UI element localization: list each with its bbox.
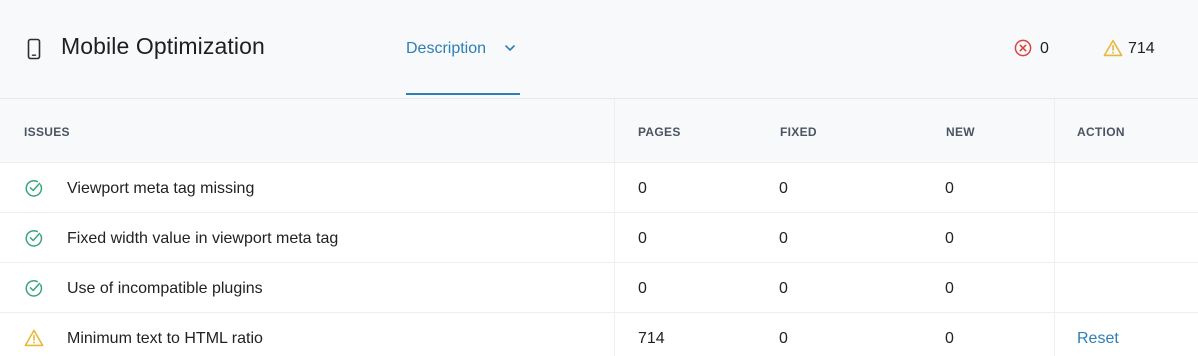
issue-cell: Use of incompatible plugins: [0, 263, 614, 312]
table-row: Viewport meta tag missing 0 0 0: [0, 163, 1198, 213]
issue-cell: Viewport meta tag missing: [0, 163, 614, 212]
pages-count: 0: [638, 230, 647, 247]
new-count: 0: [945, 180, 954, 197]
header-cell-pages: PAGES: [614, 99, 759, 162]
issue-name-link[interactable]: Fixed width value in viewport meta tag: [67, 230, 338, 248]
pages-cell: 714: [614, 313, 759, 356]
table-header-row: ISSUES PAGES FIXED NEW ACTION: [0, 99, 1198, 163]
column-header-pages: PAGES: [638, 125, 681, 139]
column-header-action: ACTION: [1077, 125, 1125, 139]
column-header-new: NEW: [946, 125, 975, 139]
pages-count-link[interactable]: 714: [638, 330, 665, 348]
check-circle-icon: [25, 280, 43, 297]
new-count: 0: [945, 330, 954, 347]
check-circle-icon: [25, 230, 43, 247]
action-cell: [1054, 263, 1198, 312]
issue-cell: Fixed width value in viewport meta tag: [0, 213, 614, 262]
header-cell-new: NEW: [925, 99, 1054, 162]
issue-name-link[interactable]: Minimum text to HTML ratio: [67, 330, 263, 348]
check-circle-icon: [25, 180, 43, 197]
action-cell: Reset: [1054, 313, 1198, 356]
pages-cell: 0: [614, 213, 759, 262]
new-count: 0: [945, 280, 954, 297]
action-cell: [1054, 163, 1198, 212]
table-row: Use of incompatible plugins 0 0 0: [0, 263, 1198, 313]
issue-cell: Minimum text to HTML ratio: [0, 313, 614, 356]
fixed-cell: 0: [759, 163, 925, 212]
new-cell: 0: [925, 163, 1054, 212]
errors-count: 0: [1040, 40, 1049, 57]
warnings-count: 714: [1128, 40, 1155, 57]
header-cell-action: ACTION: [1054, 99, 1198, 162]
pages-count: 0: [638, 180, 647, 197]
header-cell-issues: ISSUES: [0, 99, 614, 162]
new-cell: 0: [925, 213, 1054, 262]
header-cell-fixed: FIXED: [759, 99, 925, 162]
table-row: Fixed width value in viewport meta tag 0…: [0, 213, 1198, 263]
reset-link[interactable]: Reset: [1077, 330, 1119, 348]
mobile-optimization-panel: Mobile Optimization Description 0 714 IS…: [0, 0, 1198, 356]
fixed-cell: 0: [759, 313, 925, 356]
error-circle-icon: [1014, 39, 1032, 57]
panel-header: Mobile Optimization Description 0 714: [0, 0, 1198, 99]
phone-icon: [27, 38, 41, 60]
new-cell: 0: [925, 263, 1054, 312]
new-cell: 0: [925, 313, 1054, 356]
fixed-cell: 0: [759, 263, 925, 312]
fixed-count: 0: [779, 230, 788, 247]
fixed-count: 0: [779, 180, 788, 197]
page-title: Mobile Optimization: [61, 33, 265, 59]
column-header-issues: ISSUES: [24, 125, 70, 139]
chevron-down-icon: [505, 45, 515, 51]
description-tab-label: Description: [406, 40, 487, 57]
pages-cell: 0: [614, 163, 759, 212]
fixed-count: 0: [779, 280, 788, 297]
warning-triangle-icon: [24, 329, 44, 347]
action-cell: [1054, 213, 1198, 262]
description-tab[interactable]: Description: [406, 0, 520, 95]
pages-count: 0: [638, 280, 647, 297]
fixed-cell: 0: [759, 213, 925, 262]
fixed-count: 0: [779, 330, 788, 347]
pages-cell: 0: [614, 263, 759, 312]
issue-name-link[interactable]: Viewport meta tag missing: [67, 180, 254, 198]
issue-name-link[interactable]: Use of incompatible plugins: [67, 280, 263, 298]
column-header-fixed: FIXED: [780, 125, 817, 139]
warning-triangle-icon: [1103, 39, 1123, 57]
table-row: Minimum text to HTML ratio 714 0 0 Reset: [0, 313, 1198, 356]
issues-table: ISSUES PAGES FIXED NEW ACTION Viewport m…: [0, 99, 1198, 356]
new-count: 0: [945, 230, 954, 247]
